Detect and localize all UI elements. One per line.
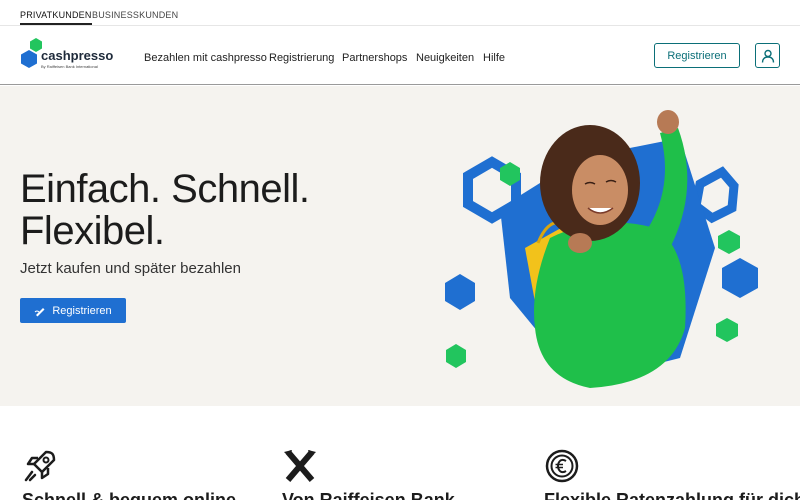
brand-tagline: By Raiffeisen Bank International: [41, 64, 98, 69]
hero-title-line-2: Flexibel.: [20, 209, 165, 253]
hexagon-green-5: [446, 344, 466, 368]
hero-title: Einfach. Schnell. Flexibel.: [20, 167, 310, 253]
nav-bezahlen[interactable]: Bezahlen mit cashpresso: [144, 52, 267, 64]
signature-pen-icon: [34, 307, 45, 316]
brand-name: cashpresso: [41, 48, 114, 63]
nav-registrierung[interactable]: Registrierung: [269, 52, 334, 64]
feature-3-title: Flexible Ratenzahlung für dich: [544, 490, 800, 500]
hexagon-green-3: [718, 230, 740, 254]
hexagon-small-blue-right: [722, 258, 758, 298]
rocket-icon: [24, 450, 56, 482]
header-register-button[interactable]: Registrieren: [654, 43, 740, 68]
hexagon-small-blue-left: [445, 274, 475, 310]
person-face: [572, 155, 628, 225]
hero-subtitle: Jetzt kaufen und später bezahlen: [20, 260, 241, 277]
euro-icon: [545, 449, 579, 483]
hero-section: Einfach. Schnell. Flexibel. Jetzt kaufen…: [0, 86, 800, 406]
main-header: cashpresso By Raiffeisen Bank Internatio…: [0, 26, 800, 85]
segment-bar: PRIVATKUNDEN BUSINESSKUNDEN: [0, 0, 800, 26]
hero-register-button[interactable]: Registrieren: [20, 298, 126, 323]
feature-1-title: Schnell & bequem online: [22, 490, 237, 500]
logo-hexagons-icon: [21, 38, 42, 68]
segment-privatkunden[interactable]: PRIVATKUNDEN: [20, 10, 92, 25]
raiffeisen-icon: [284, 450, 316, 482]
person-sweater: [534, 222, 686, 388]
hero-register-label: Registrieren: [52, 304, 112, 317]
hexagon-green-4: [716, 318, 738, 342]
nav-partnershops[interactable]: Partnershops: [342, 52, 407, 64]
nav-hilfe[interactable]: Hilfe: [483, 52, 505, 64]
nav-neuigkeiten[interactable]: Neuigkeiten: [416, 52, 474, 64]
brand-logo[interactable]: cashpresso By Raiffeisen Bank Internatio…: [19, 38, 119, 74]
segment-businesskunden[interactable]: BUSINESSKUNDEN: [92, 10, 178, 20]
user-account-button[interactable]: [755, 43, 780, 68]
user-icon: [761, 49, 774, 63]
hero-illustration: [445, 110, 758, 388]
hero-title-line-1: Einfach. Schnell.: [20, 167, 310, 211]
feature-2-title: Von Raiffeisen Bank: [282, 490, 455, 500]
